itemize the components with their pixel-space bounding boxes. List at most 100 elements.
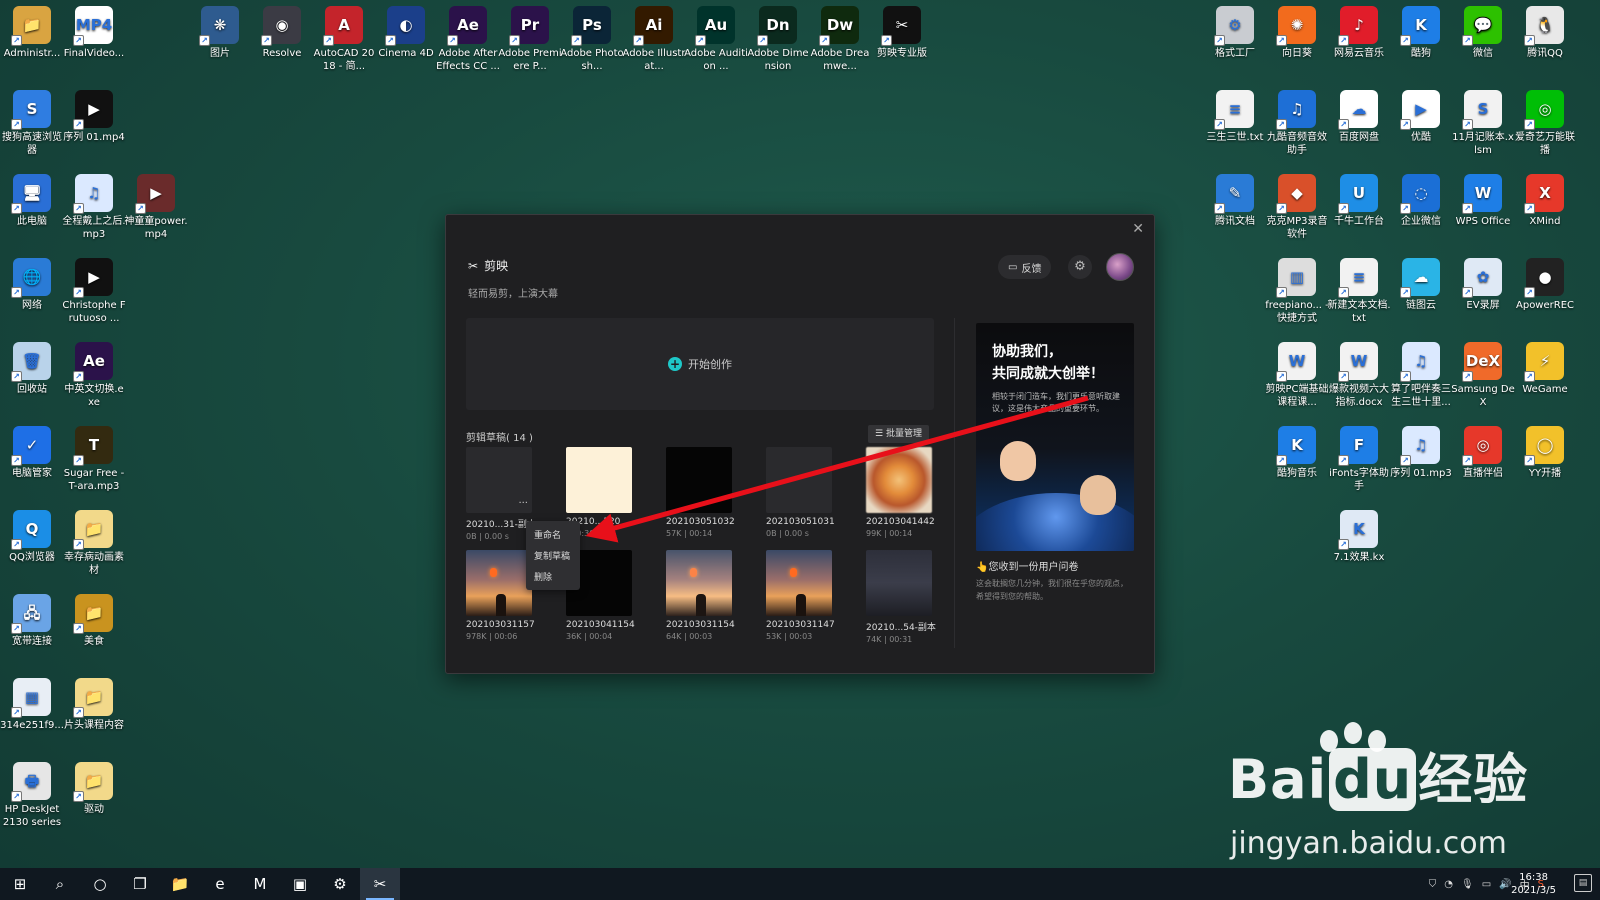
desktop-icon[interactable]: ◌ ↗ 企业微信 (1389, 174, 1453, 228)
desktop-icon[interactable]: 🖶 ↗ HP DeskJet 2130 series (0, 762, 64, 829)
survey-title[interactable]: 👆您收到一份用户问卷 (976, 558, 1078, 573)
batch-manage-button[interactable]: ☰ 批量管理 (868, 425, 929, 443)
desktop-icon[interactable]: ◉ ↗ Resolve (250, 6, 314, 60)
desktop-icon[interactable]: ◎ ↗ 爱奇艺万能联播 (1513, 90, 1577, 157)
survey-banner[interactable]: 协助我们， 共同成就大创举！ 相较于闭门造车，我们更乐意听取建议，这是伟大产品的… (976, 323, 1134, 551)
draft-card[interactable]: 202103041442 99K | 00:14 (866, 447, 935, 538)
desktop-icon[interactable]: 🐧 ↗ 腾讯QQ (1513, 6, 1577, 60)
desktop-icon[interactable]: ✓ ↗ 电脑管家 (0, 426, 64, 480)
shield-icon[interactable]: ⛉ (1429, 879, 1437, 890)
draft-thumbnail[interactable] (766, 550, 832, 616)
desktop-icon[interactable]: Ae ↗ 中英文切换.exe (62, 342, 126, 409)
desktop-icon[interactable]: Ai ↗ Adobe Illustrat... (622, 6, 686, 73)
desktop-icon[interactable]: ▥ ↗ freepiano... - 快捷方式 (1265, 258, 1329, 325)
menu-item-duplicate[interactable]: 复制草稿 (526, 545, 580, 566)
network-icon[interactable]: ▭ (1482, 879, 1491, 890)
draft-thumbnail[interactable] (666, 447, 732, 513)
desktop-icon[interactable]: A ↗ AutoCAD 2018 - 简... (312, 6, 376, 73)
desktop-icon[interactable]: DeX ↗ Samsung DeX (1451, 342, 1515, 409)
desktop-icon[interactable]: ⚙ ↗ 格式工厂 (1203, 6, 1267, 60)
desktop-icon[interactable]: 📁 ↗ 美食 (62, 594, 126, 648)
start-creating-button[interactable]: + 开始创作 (466, 318, 934, 410)
avatar[interactable] (1106, 253, 1134, 281)
jianying-button[interactable]: ✂ (360, 868, 400, 900)
desktop-icon[interactable]: 🖧 ↗ 宽带连接 (0, 594, 64, 648)
desktop-icon[interactable]: ⚡ ↗ WeGame (1513, 342, 1577, 396)
desktop-icon[interactable]: ♫ ↗ 算了吧伴奏三生三世十里... (1389, 342, 1453, 409)
mic-icon[interactable]: 🎙 (1461, 879, 1474, 890)
desktop-icon[interactable]: 🌐 ↗ 网络 (0, 258, 64, 312)
desktop-icon[interactable]: ☁ ↗ 链图云 (1389, 258, 1453, 312)
desktop-icon[interactable]: K ↗ 酷狗音乐 (1265, 426, 1329, 480)
notification-icon[interactable]: ▤ (1574, 874, 1592, 892)
desktop-icon[interactable]: ♫ ↗ 全程戴上之后.mp3 (62, 174, 126, 241)
desktop-icon[interactable]: ▶ ↗ 优酷 (1389, 90, 1453, 144)
desktop-icon[interactable]: MP4 ↗ FinalVideo... (62, 6, 126, 60)
desktop-icon[interactable]: Dw ↗ Adobe Dreamwe... (808, 6, 872, 73)
desktop-icon[interactable]: W ↗ 爆款视频六大指标.docx (1327, 342, 1391, 409)
desktop-icon[interactable]: Dn ↗ Adobe Dimension (746, 6, 810, 73)
draft-card[interactable]: ··· 20210...31-副本 0B | 0.00 s (466, 447, 536, 541)
more-icon[interactable]: ··· (518, 498, 528, 509)
wifi-icon[interactable]: ◔ (1444, 879, 1453, 890)
desktop-icon[interactable]: U ↗ 千牛工作台 (1327, 174, 1391, 228)
desktop-icon[interactable]: ◐ ↗ Cinema 4D (374, 6, 438, 60)
desktop-icon[interactable]: 📁 ↗ 驱动 (62, 762, 126, 816)
desktop-icon[interactable]: Ae ↗ Adobe After Effects CC ... (436, 6, 500, 73)
desktop-icon[interactable]: ☁ ↗ 百度网盘 (1327, 90, 1391, 144)
desktop-icon[interactable]: ✂ ↗ 剪映专业版 (870, 6, 934, 60)
file-explorer-button[interactable]: 📁 (160, 868, 200, 900)
menu-item-delete[interactable]: 删除 (526, 566, 580, 587)
clock[interactable]: 16:38 2021/3/5 (1511, 871, 1556, 897)
desktop-icon[interactable]: Au ↗ Adobe Audition ... (684, 6, 748, 73)
draft-thumbnail[interactable] (466, 550, 532, 616)
draft-thumbnail[interactable] (866, 447, 932, 513)
desktop-icon[interactable]: Ps ↗ Adobe Photosh... (560, 6, 624, 73)
settings-button[interactable]: ⚙ (1068, 255, 1092, 279)
desktop-icon[interactable]: ❋ ↗ 图片 (188, 6, 252, 60)
desktop-icon[interactable]: Pr ↗ Adobe Premiere P... (498, 6, 562, 73)
desktop-icon[interactable]: ● ↗ ApowerREC (1513, 258, 1577, 312)
menu-item-rename[interactable]: 重命名 (526, 524, 580, 545)
store-button[interactable]: ▣ (280, 868, 320, 900)
edge-button[interactable]: e (200, 868, 240, 900)
desktop-icon[interactable]: T ↗ Sugar Free -T-ara.mp3 (62, 426, 126, 493)
desktop-icon[interactable]: S ↗ 搜狗高速浏览器 (0, 90, 64, 157)
close-icon[interactable]: ✕ (1132, 221, 1144, 237)
desktop-icon[interactable]: 📁 ↗ Administr... (0, 6, 64, 60)
draft-card[interactable]: 202103051031 0B | 0.00 s (766, 447, 835, 538)
desktop-icon[interactable]: ≡ ↗ 三生三世.txt (1203, 90, 1267, 144)
desktop-icon[interactable]: 🗑 ↗ 回收站 (0, 342, 64, 396)
desktop-icon[interactable]: ≡ ↗ 新建文本文档.txt (1327, 258, 1391, 325)
format-factory-button[interactable]: ⚙ (320, 868, 360, 900)
desktop-icon[interactable]: 📁 ↗ 片头课程内容 (62, 678, 126, 732)
draft-thumbnail[interactable]: ··· (466, 447, 532, 513)
desktop-icon[interactable]: X ↗ XMind (1513, 174, 1577, 228)
draft-card[interactable]: 202103031157 978K | 00:06 (466, 550, 535, 641)
draft-card[interactable]: 20210...54-副本 74K | 00:31 (866, 550, 936, 644)
draft-card[interactable]: 202103031147 53K | 00:03 (766, 550, 835, 641)
desktop-icon[interactable]: F ↗ iFonts字体助手 (1327, 426, 1391, 493)
desktop-icon[interactable]: ▶ ↗ Christophe Frutuoso ... (62, 258, 126, 325)
desktop-icon[interactable]: ♪ ↗ 网易云音乐 (1327, 6, 1391, 60)
search-button[interactable]: ⌕ (40, 868, 80, 900)
desktop-icon[interactable]: W ↗ WPS Office (1451, 174, 1515, 228)
desktop-icon[interactable]: 🖥 ↗ 此电脑 (0, 174, 64, 228)
desktop-icon[interactable]: ♫ ↗ 序列 01.mp3 (1389, 426, 1453, 480)
desktop-icon[interactable]: 💬 ↗ 微信 (1451, 6, 1515, 60)
desktop-icon[interactable]: K ↗ 酷狗 (1389, 6, 1453, 60)
mindmaster-button[interactable]: M (240, 868, 280, 900)
draft-thumbnail[interactable] (766, 447, 832, 513)
desktop-icon[interactable]: Q ↗ QQ浏览器 (0, 510, 64, 564)
desktop-icon[interactable]: ◎ ↗ 直播伴侣 (1451, 426, 1515, 480)
volume-icon[interactable]: 🔊 (1499, 879, 1511, 890)
cortana-button[interactable]: ○ (80, 868, 120, 900)
feedback-button[interactable]: ▭ 反馈 (998, 255, 1052, 279)
desktop-icon[interactable]: ▦ ↗ 314e251f9... (0, 678, 64, 732)
draft-thumbnail[interactable] (866, 550, 932, 616)
desktop-icon[interactable]: ♫ ↗ 九酷音频音效助手 (1265, 90, 1329, 157)
draft-thumbnail[interactable] (666, 550, 732, 616)
draft-card[interactable]: 202103031154 64K | 00:03 (666, 550, 735, 641)
desktop-icon[interactable]: S ↗ 11月记账本.xlsm (1451, 90, 1515, 157)
draft-thumbnail[interactable] (566, 447, 632, 513)
